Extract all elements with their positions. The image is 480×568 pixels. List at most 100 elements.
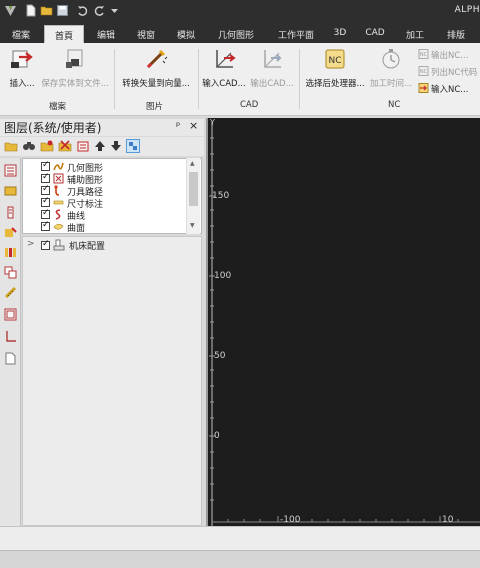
layer-properties-icon[interactable] bbox=[76, 139, 90, 153]
svg-text:NC: NC bbox=[328, 56, 341, 66]
entity-tool-icon[interactable] bbox=[4, 184, 17, 197]
x-tick-label: 10 bbox=[442, 515, 454, 525]
move-up-icon[interactable] bbox=[93, 139, 107, 153]
y-tick-label: 0 bbox=[214, 431, 220, 441]
vector-wand-icon bbox=[146, 49, 168, 69]
y-tick-label: 50 bbox=[214, 351, 226, 361]
layer-checkbox[interactable] bbox=[41, 172, 50, 183]
scroll-up-icon[interactable]: ▲ bbox=[190, 160, 195, 167]
layers-tool-icon[interactable] bbox=[4, 164, 17, 177]
machining-time-button[interactable]: 加工时间... bbox=[368, 47, 414, 89]
measure-tool-icon[interactable] bbox=[4, 286, 17, 299]
graphics-viewport[interactable]: Y 150 100 50 0 -100 10 bbox=[206, 118, 480, 526]
undo-icon[interactable] bbox=[76, 4, 89, 17]
insert-button-label: 插入... bbox=[9, 79, 35, 89]
surface-layer-icon bbox=[53, 223, 64, 230]
move-down-icon[interactable] bbox=[109, 139, 123, 153]
layer-checkbox[interactable] bbox=[41, 184, 50, 195]
group-label-image: 图片 bbox=[146, 102, 164, 112]
tool-holder-icon[interactable] bbox=[4, 206, 17, 219]
config-checkbox[interactable] bbox=[41, 239, 50, 250]
pin-icon[interactable]: ᵖ bbox=[176, 121, 180, 132]
toolpath-tool-icon[interactable] bbox=[4, 226, 17, 239]
redo-icon[interactable] bbox=[93, 4, 106, 17]
dropdown-icon[interactable] bbox=[108, 4, 121, 17]
title-bar: ALPH bbox=[0, 0, 480, 22]
machine-config-tree: > 机床配置 bbox=[22, 236, 202, 526]
layer-checkbox[interactable] bbox=[41, 220, 50, 231]
open-folder-icon[interactable] bbox=[40, 4, 53, 17]
machining-time-label: 加工时间... bbox=[369, 79, 413, 89]
curve-layer-icon bbox=[55, 209, 61, 220]
convert-to-vector-button[interactable]: 转换矢量到向量... bbox=[118, 47, 194, 89]
save-icon[interactable] bbox=[56, 4, 69, 17]
layer-settings-icon[interactable] bbox=[40, 139, 54, 153]
insert-icon bbox=[11, 50, 33, 68]
geometry-layer-icon bbox=[53, 162, 64, 171]
document-tool-icon[interactable] bbox=[4, 352, 17, 365]
export-nc-button[interactable]: NC 输出NC... bbox=[418, 49, 468, 62]
tab-geometry[interactable]: 几何图形 bbox=[208, 25, 264, 43]
tab-home[interactable]: 首頁 bbox=[44, 25, 84, 43]
tab-workplane[interactable]: 工作平面 bbox=[268, 25, 324, 43]
tab-file[interactable]: 檔案 bbox=[4, 25, 38, 43]
layer-checkbox[interactable] bbox=[41, 196, 50, 207]
stopwatch-icon bbox=[382, 49, 400, 69]
select-postprocessor-label: 选择后处理器... bbox=[305, 79, 365, 89]
nc-list-icon: NC bbox=[418, 66, 429, 76]
convert-vector-label: 转换矢量到向量... bbox=[122, 79, 190, 89]
y-tick-label: 100 bbox=[214, 271, 232, 281]
import-cad-button[interactable]: 输入CAD... bbox=[200, 47, 248, 89]
nc-scroll-icon: NC bbox=[325, 49, 345, 69]
export-nc-label: 输出NC... bbox=[431, 51, 469, 61]
close-icon[interactable]: × bbox=[189, 119, 198, 132]
tab-view[interactable]: 視窗 bbox=[128, 25, 164, 43]
export-cad-button[interactable]: 输出CAD... bbox=[248, 47, 296, 89]
list-nc-code-button[interactable]: NC 列出NC代码 bbox=[418, 66, 477, 79]
group-label-file: 檔案 bbox=[49, 102, 67, 112]
tab-edit[interactable]: 编辑 bbox=[88, 25, 124, 43]
select-postprocessor-button[interactable]: NC 选择后处理器... bbox=[302, 47, 368, 89]
new-file-icon[interactable] bbox=[24, 4, 37, 17]
group-label-cad: CAD bbox=[240, 100, 259, 110]
tab-cad[interactable]: CAD bbox=[358, 25, 392, 43]
axis-tool-icon[interactable] bbox=[4, 330, 17, 343]
svg-text:NC: NC bbox=[420, 69, 428, 75]
tab-nesting[interactable]: 排版 bbox=[438, 25, 474, 43]
layer-checkbox[interactable] bbox=[41, 208, 50, 219]
scroll-down-icon[interactable]: ▼ bbox=[190, 222, 195, 229]
bottom-status-bar bbox=[0, 550, 480, 568]
insert-button[interactable]: 插入... bbox=[4, 47, 40, 89]
find-icon[interactable] bbox=[22, 139, 36, 153]
scroll-thumb[interactable] bbox=[189, 172, 198, 206]
tab-machining[interactable]: 加工 bbox=[398, 25, 432, 43]
import-nc-icon bbox=[418, 83, 429, 93]
tab-3d[interactable]: 3D bbox=[328, 25, 352, 43]
layers-panel-header: 图层(系统/使用者) ᵖ × bbox=[0, 119, 204, 136]
delete-layer-icon[interactable] bbox=[58, 139, 72, 153]
fixture-tool-icon[interactable] bbox=[4, 266, 17, 279]
layer-label: 曲面 bbox=[67, 224, 86, 234]
import-cad-label: 输入CAD... bbox=[202, 79, 246, 89]
stock-tool-icon[interactable] bbox=[4, 308, 17, 321]
operations-tool-icon[interactable] bbox=[4, 246, 17, 259]
layer-view-toggle-icon[interactable] bbox=[126, 139, 140, 153]
import-nc-button[interactable]: 输入NC... bbox=[418, 83, 468, 96]
layer-checkbox[interactable] bbox=[41, 160, 50, 171]
status-bar bbox=[0, 526, 480, 550]
dimension-layer-icon bbox=[53, 200, 64, 205]
group-separator bbox=[114, 49, 115, 109]
viewport-axes bbox=[209, 122, 480, 526]
save-entity-icon bbox=[66, 49, 83, 68]
nc-doc-icon: NC bbox=[418, 49, 429, 59]
new-layer-icon[interactable] bbox=[4, 139, 18, 153]
expand-chevron-icon[interactable]: > bbox=[27, 239, 35, 249]
save-entity-to-file-button[interactable]: 保存实体到文件... bbox=[40, 47, 110, 89]
export-cad-label: 输出CAD... bbox=[250, 79, 294, 89]
save-entity-label: 保存实体到文件... bbox=[41, 79, 109, 89]
layer-list-scrollbar[interactable]: ▲ ▼ bbox=[186, 158, 200, 234]
tab-simulate[interactable]: 模拟 bbox=[168, 25, 204, 43]
group-separator bbox=[299, 49, 300, 109]
ribbon-tab-bar: 檔案 首頁 编辑 視窗 模拟 几何图形 工作平面 3D CAD 加工 排版 bbox=[0, 22, 480, 43]
app-logo-icon bbox=[5, 6, 16, 16]
